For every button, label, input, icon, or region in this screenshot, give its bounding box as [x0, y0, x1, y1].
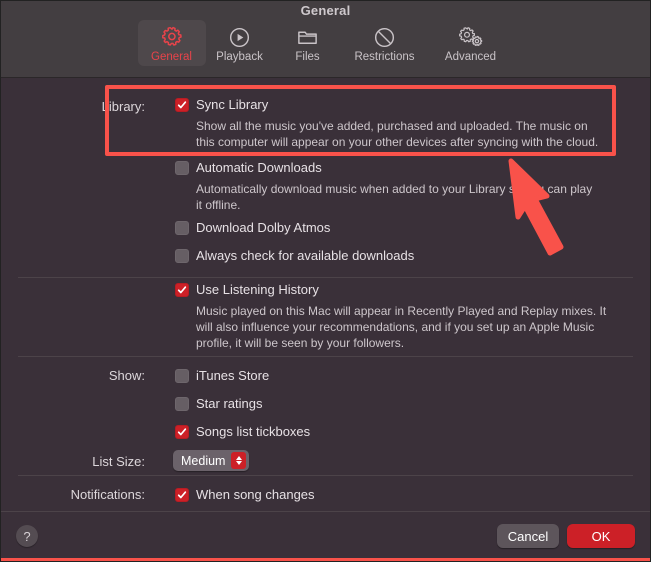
list-size-value: Medium [181, 453, 226, 468]
automatic-downloads-label[interactable]: Automatic Downloads [196, 160, 322, 175]
list-size-field-label: List Size: [92, 454, 145, 469]
annotation-bottom-accent [0, 558, 651, 562]
tab-general[interactable]: General [137, 20, 206, 66]
cancel-button[interactable]: Cancel [497, 524, 559, 548]
tab-files[interactable]: Files [274, 20, 342, 66]
songs-list-tickboxes-label[interactable]: Songs list tickboxes [196, 424, 310, 439]
preferences-tab-bar: General Playback Files Restrictions Adva… [0, 20, 651, 66]
download-dolby-atmos-checkbox[interactable] [175, 221, 189, 235]
tab-playback[interactable]: Playback [206, 20, 274, 66]
check-icon [177, 286, 187, 294]
songs-list-tickboxes-checkbox[interactable] [175, 425, 189, 439]
help-button[interactable]: ? [16, 525, 38, 547]
itunes-store-label[interactable]: iTunes Store [196, 368, 269, 383]
automatic-downloads-checkbox[interactable] [175, 161, 189, 175]
tab-restrictions-label: Restrictions [354, 51, 415, 63]
check-icon [177, 428, 187, 436]
always-check-downloads-checkbox[interactable] [175, 249, 189, 263]
star-ratings-label[interactable]: Star ratings [196, 396, 262, 411]
automatic-downloads-description: Automatically download music when added … [196, 182, 593, 212]
folder-icon [296, 24, 319, 50]
sync-library-description: Show all the music you've added, purchas… [196, 119, 599, 149]
tab-files-label: Files [295, 51, 320, 63]
notifications-field-label: Notifications: [70, 487, 145, 502]
preferences-content: Library: Sync Library Show all the music… [0, 79, 651, 511]
gears-icon [458, 24, 484, 50]
use-listening-history-checkbox[interactable] [175, 283, 189, 297]
download-dolby-atmos-label[interactable]: Download Dolby Atmos [196, 220, 330, 235]
music-preferences-window: General General Playback Files Restricti… [0, 0, 651, 562]
gear-icon [160, 24, 184, 50]
ok-button[interactable]: OK [567, 524, 635, 548]
when-song-changes-label[interactable]: When song changes [196, 487, 315, 502]
sync-library-checkbox[interactable] [175, 98, 189, 112]
divider-1 [18, 277, 633, 278]
star-ratings-checkbox[interactable] [175, 397, 189, 411]
tab-advanced-label: Advanced [444, 51, 497, 63]
window-title: General [300, 3, 351, 18]
show-field-label: Show: [108, 368, 145, 383]
list-size-select[interactable]: Medium [173, 450, 250, 471]
play-circle-icon [228, 24, 251, 50]
tab-restrictions[interactable]: Restrictions [342, 20, 428, 66]
use-listening-history-label[interactable]: Use Listening History [196, 282, 319, 297]
itunes-store-checkbox[interactable] [175, 369, 189, 383]
tab-general-label: General [151, 51, 192, 63]
library-field-label: Library: [101, 99, 145, 114]
divider-2 [18, 356, 633, 357]
use-listening-history-description: Music played on this Mac will appear in … [196, 304, 607, 350]
always-check-downloads-label[interactable]: Always check for available downloads [196, 248, 414, 263]
divider-3 [18, 475, 633, 476]
preferences-toolbar: General General Playback Files Restricti… [0, 0, 651, 78]
when-song-changes-checkbox[interactable] [175, 488, 189, 502]
chevron-updown-icon[interactable] [231, 452, 247, 469]
check-icon [177, 491, 187, 499]
tab-playback-label: Playback [216, 51, 263, 63]
tab-advanced[interactable]: Advanced [428, 20, 514, 66]
check-icon [177, 101, 187, 109]
sync-library-label[interactable]: Sync Library [196, 97, 268, 112]
no-entry-icon [373, 24, 396, 50]
